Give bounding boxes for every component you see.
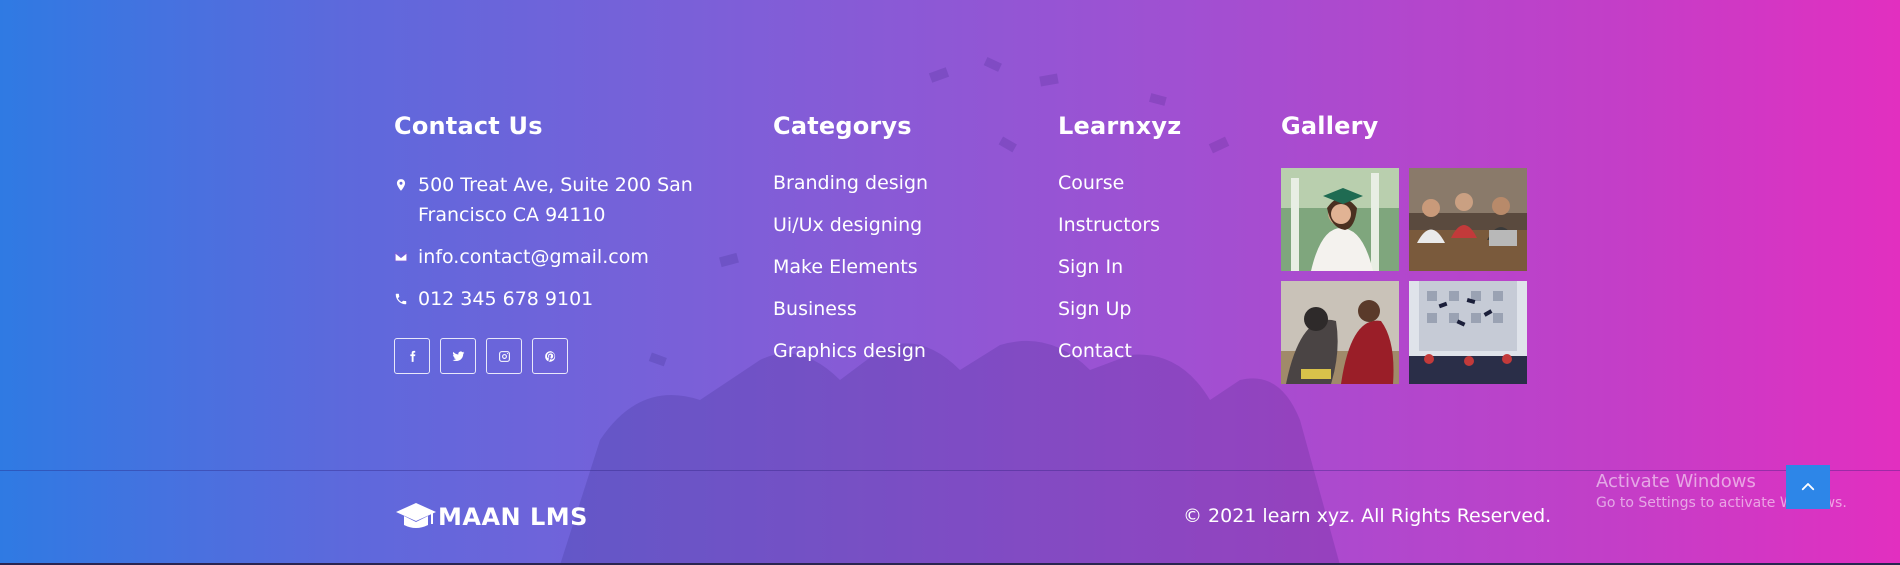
gallery-image[interactable] — [1409, 168, 1527, 271]
contact-email[interactable]: info.contact@gmail.com — [418, 242, 693, 272]
facebook-button[interactable] — [394, 338, 430, 374]
learn-link[interactable]: Instructors — [1058, 212, 1181, 238]
categories-title: Categorys — [773, 112, 912, 140]
contact-email-row: info.contact@gmail.com — [394, 242, 714, 272]
categories-column: Categorys Branding design Ui/Ux designin… — [773, 110, 928, 380]
contact-address: 500 Treat Ave, Suite 200 San Francisco C… — [418, 174, 693, 226]
site-footer: Contact Us 500 Treat Ave, Suite 200 San … — [0, 0, 1900, 565]
phone-icon — [394, 292, 418, 306]
pinterest-button[interactable] — [532, 338, 568, 374]
category-link[interactable]: Graphics design — [773, 338, 928, 364]
envelope-icon — [394, 250, 418, 264]
contact-address-row: 500 Treat Ave, Suite 200 San Francisco C… — [394, 170, 714, 230]
learn-list: Course Instructors Sign In Sign Up Conta… — [1058, 170, 1181, 364]
contact-phone[interactable]: 012 345 678 9101 — [418, 284, 693, 314]
category-link[interactable]: Make Elements — [773, 254, 928, 280]
learn-title: Learnxyz — [1058, 112, 1182, 140]
social-links — [394, 338, 714, 374]
facebook-icon — [409, 350, 415, 362]
graduation-cap-icon — [396, 503, 436, 528]
gallery-title: Gallery — [1281, 112, 1379, 140]
map-pin-icon — [394, 178, 418, 192]
logo-text: MAAN LMS — [438, 503, 588, 531]
scroll-to-top-button[interactable] — [1786, 465, 1830, 509]
gallery-grid — [1281, 168, 1527, 384]
learn-column: Learnxyz Course Instructors Sign In Sign… — [1058, 110, 1181, 380]
copyright-text: © 2021 learn xyz. All Rights Reserved. — [1183, 505, 1552, 527]
learn-link[interactable]: Sign In — [1058, 254, 1181, 280]
gallery-column: Gallery — [1281, 110, 1527, 384]
contact-column: Contact Us 500 Treat Ave, Suite 200 San … — [394, 110, 714, 374]
pinterest-icon — [544, 350, 555, 362]
twitter-button[interactable] — [440, 338, 476, 374]
contact-title: Contact Us — [394, 112, 543, 140]
categories-list: Branding design Ui/Ux designing Make Ele… — [773, 170, 928, 364]
contact-phone-row: 012 345 678 9101 — [394, 284, 714, 314]
category-link[interactable]: Ui/Ux designing — [773, 212, 928, 238]
chevron-up-icon — [1801, 483, 1815, 491]
twitter-icon — [452, 350, 464, 361]
learn-link[interactable]: Sign Up — [1058, 296, 1181, 322]
category-link[interactable]: Branding design — [773, 170, 928, 196]
learn-link[interactable]: Contact — [1058, 338, 1181, 364]
gallery-image[interactable] — [1281, 281, 1399, 384]
instagram-icon — [498, 350, 510, 362]
site-logo[interactable]: MAAN LMS — [394, 500, 588, 534]
instagram-button[interactable] — [486, 338, 522, 374]
gallery-image[interactable] — [1281, 168, 1399, 271]
learn-link[interactable]: Course — [1058, 170, 1181, 196]
category-link[interactable]: Business — [773, 296, 928, 322]
gallery-image[interactable] — [1409, 281, 1527, 384]
